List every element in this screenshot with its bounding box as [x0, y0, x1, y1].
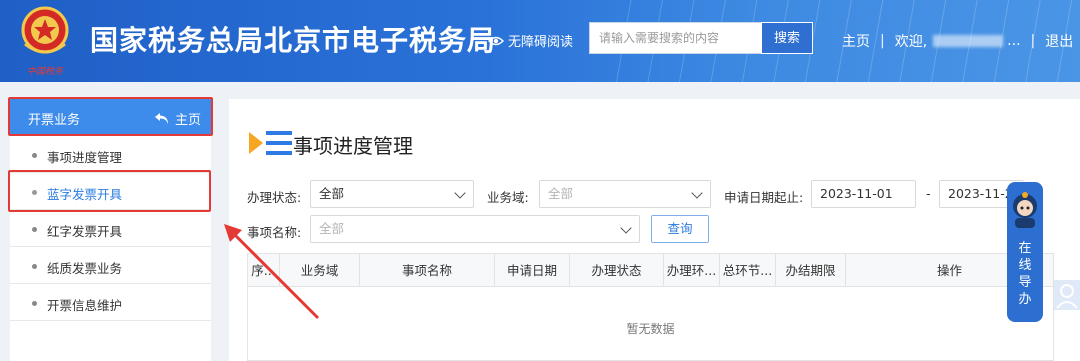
item-name-select[interactable]: 全部 — [310, 215, 640, 243]
username-ellipsis: ... — [1007, 33, 1021, 49]
accessibility-link[interactable]: 无障碍阅读 — [488, 31, 573, 50]
bullet-icon — [32, 227, 37, 232]
chevron-down-icon — [454, 187, 466, 199]
user-icon — [1056, 284, 1078, 309]
column-header[interactable]: 办理环... — [664, 254, 720, 287]
logout-link[interactable]: 退出 — [1045, 31, 1073, 51]
sidebar-item-paper-invoice[interactable]: 纸质发票业务 — [10, 247, 211, 284]
eye-icon — [488, 36, 504, 45]
status-label: 办理状态: — [247, 190, 302, 205]
user-service-icon[interactable] — [1054, 280, 1080, 310]
top-header: 中国税务 国家税务总局北京市电子税务局 无障碍阅读 请输入需要搜索的内容 搜索 … — [0, 0, 1080, 82]
annotation-highlight-box — [8, 170, 211, 212]
header-nav: 主页 | 欢迎, ... | 退出 — [842, 31, 1073, 51]
tax-emblem-icon[interactable]: 中国税务 — [17, 4, 73, 78]
column-header[interactable]: 事项名称 — [360, 254, 495, 287]
date-start-input[interactable]: 2023-11-01 — [811, 180, 916, 208]
chevron-down-icon — [620, 222, 632, 234]
sidebar: 开票业务 主页 事项进度管理 蓝字发票开具 红字发票开具 纸质发票业务 开票信息… — [10, 99, 211, 361]
domain-placeholder: 全部 — [548, 186, 574, 201]
page-title: 事项进度管理 — [293, 134, 413, 158]
sidebar-item-red-invoice[interactable]: 红字发票开具 — [10, 210, 211, 247]
date-separator: - — [926, 186, 931, 201]
table-header: 序... 业务域 事项名称 申请日期 办理状态 办理环... 总环节... 办结… — [248, 254, 1053, 287]
domain-label: 业务域: — [487, 190, 529, 205]
site-title: 国家税务总局北京市电子税务局 — [90, 24, 497, 57]
bullet-icon — [32, 301, 37, 306]
column-header[interactable]: 办结期限 — [776, 254, 846, 287]
column-header[interactable]: 办理状态 — [570, 254, 664, 287]
sidebar-item-invoice-info[interactable]: 开票信息维护 — [10, 284, 211, 321]
sidebar-item-label: 纸质发票业务 — [47, 261, 123, 276]
annotation-highlight-box — [8, 97, 213, 136]
date-range-label: 申请日期起止: — [724, 190, 804, 205]
divider: | — [880, 33, 885, 49]
bullet-icon — [32, 153, 37, 158]
annotation-arrow — [224, 224, 320, 320]
column-header[interactable]: 总环节... — [720, 254, 776, 287]
menu-list-icon — [249, 131, 292, 155]
welcome-text: 欢迎, — [894, 34, 928, 50]
svg-text:中国税务: 中国税务 — [27, 66, 64, 77]
empty-state: 暂无数据 — [626, 322, 675, 336]
query-button[interactable]: 查询 — [651, 215, 709, 243]
guide-text: 在线导办 — [1018, 241, 1032, 307]
online-guide-widget[interactable]: 在线导办 — [1007, 182, 1043, 322]
search-input[interactable]: 请输入需要搜索的内容 — [589, 22, 761, 54]
accessibility-label: 无障碍阅读 — [508, 35, 574, 50]
sidebar-item-label: 开票信息维护 — [47, 298, 123, 313]
main-panel: 事项进度管理 办理状态: 全部 业务域: 全部 申请日期起止: 2023-11-… — [229, 99, 1080, 361]
divider: | — [1030, 33, 1036, 49]
column-header[interactable]: 申请日期 — [495, 254, 570, 287]
status-value: 全部 — [319, 186, 345, 201]
sidebar-item-progress[interactable]: 事项进度管理 — [10, 136, 211, 173]
online-guide-label: 在线导办 — [1007, 240, 1043, 308]
search-button[interactable]: 搜索 — [761, 22, 813, 54]
status-select[interactable]: 全部 — [310, 180, 474, 208]
home-link[interactable]: 主页 — [842, 31, 870, 51]
robot-avatar-icon — [1013, 192, 1037, 228]
bullet-icon — [32, 264, 37, 269]
sidebar-item-label: 红字发票开具 — [47, 224, 123, 239]
chevron-down-icon — [691, 187, 703, 199]
progress-table: 序... 业务域 事项名称 申请日期 办理状态 办理环... 总环节... 办结… — [247, 253, 1054, 361]
username-redacted — [933, 35, 1004, 47]
sidebar-item-label: 事项进度管理 — [47, 150, 123, 165]
domain-select[interactable]: 全部 — [539, 180, 711, 208]
